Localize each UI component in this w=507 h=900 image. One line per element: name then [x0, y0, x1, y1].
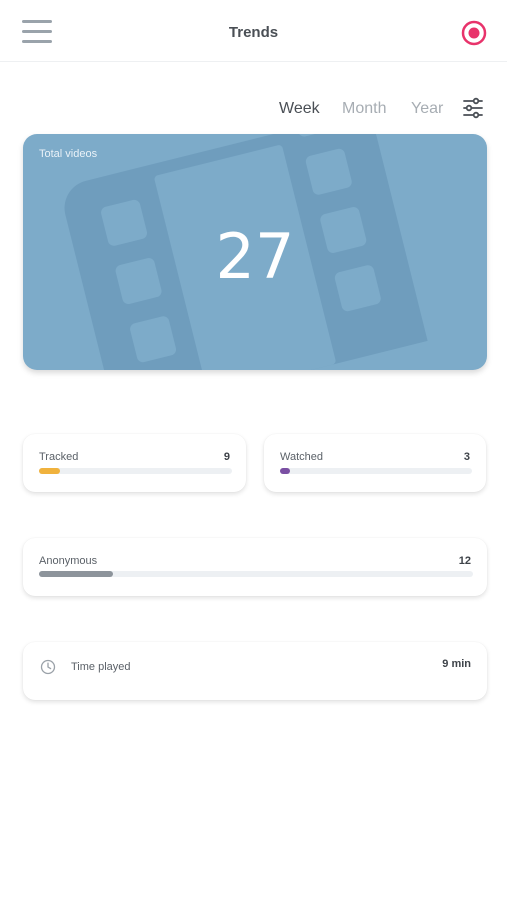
tracked-value: 9	[223, 451, 230, 463]
sliders-icon[interactable]	[462, 97, 484, 119]
tracked-progress-fill	[39, 468, 61, 474]
record-icon[interactable]	[461, 20, 487, 46]
tab-week[interactable]: Week	[279, 100, 320, 118]
anonymous-label: Anonymous	[39, 555, 98, 567]
anonymous-progress-fill	[39, 571, 113, 577]
time-played-label: Time played	[71, 661, 131, 673]
period-tabs: Week Month Year	[0, 100, 507, 122]
anonymous-card[interactable]: Anonymous 12	[23, 538, 487, 596]
total-videos-value: 27	[215, 220, 295, 293]
tab-year[interactable]: Year	[411, 100, 443, 118]
watched-label: Watched	[280, 451, 324, 463]
tracked-card[interactable]: Tracked 9	[23, 434, 246, 492]
tab-month[interactable]: Month	[342, 100, 386, 118]
watched-progress-track	[280, 468, 472, 474]
watched-card[interactable]: Watched 3	[264, 434, 486, 492]
watched-value: 3	[463, 451, 470, 463]
watched-progress-fill	[280, 468, 290, 474]
top-bar: Trends	[0, 0, 507, 62]
total-videos-label: Total videos	[39, 148, 98, 160]
anonymous-value: 12	[458, 555, 471, 567]
time-played-value: 9 min	[442, 658, 471, 670]
time-played-card[interactable]: Time played 9 min	[23, 642, 487, 700]
page-title: Trends	[228, 24, 279, 41]
anonymous-progress-track	[39, 571, 473, 577]
tracked-progress-track	[39, 468, 232, 474]
tracked-label: Tracked	[39, 451, 79, 463]
clock-icon	[40, 659, 56, 675]
total-videos-card[interactable]: Total videos 27	[23, 134, 487, 370]
